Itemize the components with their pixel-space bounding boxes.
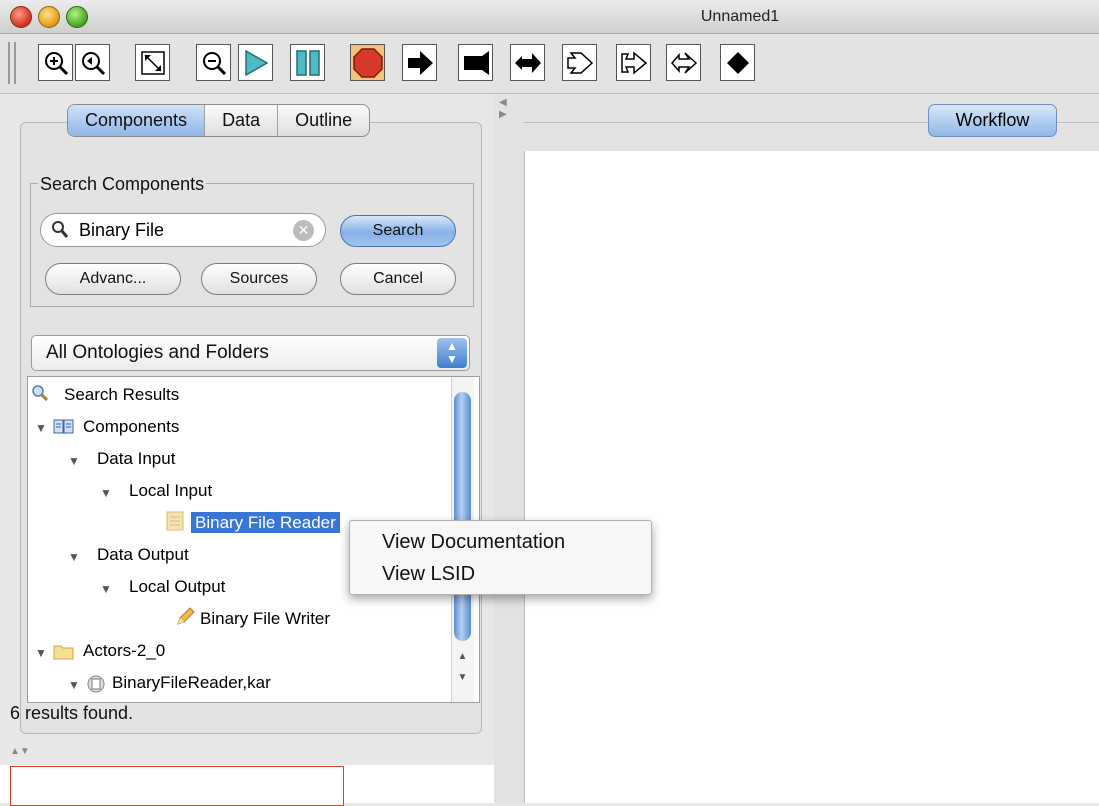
tree-item-local-input[interactable]: Local Input [129,476,212,506]
tab-outline[interactable]: Outline [278,105,369,136]
ontology-select[interactable]: All Ontologies and Folders [31,335,470,371]
flag-button[interactable] [458,44,493,81]
disclosure-triangle-icon[interactable]: ▼ [68,678,80,692]
outline-arrow-button[interactable] [562,44,597,81]
tab-components[interactable]: Components [68,105,206,136]
book-icon [53,419,74,434]
disclosure-triangle-icon[interactable]: ▼ [68,550,80,564]
results-status: 6 results found. [10,703,134,723]
tree-item-actors-2-0[interactable]: Actors-2_0 [83,636,165,666]
diamond-button[interactable] [720,44,755,81]
sources-button[interactable]: Sources [201,263,317,295]
tree-item-data-input[interactable]: Data Input [97,444,175,474]
cancel-button[interactable]: Cancel [340,263,456,295]
splitter-arrows-icon[interactable]: ▲▼ [10,746,30,757]
disclosure-triangle-icon[interactable]: ▼ [35,646,47,660]
toolbar [0,34,1099,94]
context-menu: View Documentation View LSID [349,520,652,595]
disclosure-triangle-icon[interactable]: ▼ [100,486,112,500]
menu-item-view-lsid[interactable]: View LSID [382,563,475,586]
arrow-right-icon [407,50,433,75]
zoom-reset-icon [81,51,105,75]
toolbar-grip[interactable] [14,42,16,84]
toolbar-grip[interactable] [8,42,10,84]
diamond-icon [726,51,749,74]
pencil-icon [177,607,195,625]
zoom-out-button[interactable] [196,44,231,81]
zoom-fit-button[interactable] [135,44,170,81]
window-title: Unnamed1 [700,8,780,25]
document-icon [166,511,184,531]
scroll-up-icon[interactable]: ▲ [454,651,471,667]
advanced-button[interactable]: Advanc... [45,263,181,295]
run-button[interactable] [238,44,273,81]
tree-item-binaryfilereader-kar[interactable]: BinaryFileReader,kar [112,668,271,698]
tree-item-components[interactable]: Components [83,412,179,442]
run-icon [244,49,269,76]
clear-search-icon[interactable]: ✕ [293,220,314,241]
split-divider[interactable]: ◀ ▶ [494,95,524,803]
disclosure-triangle-icon[interactable]: ▼ [100,582,112,596]
zoom-in-icon [44,51,68,75]
scroll-down-icon[interactable]: ▼ [454,672,471,688]
left-pane-tabs: Components Data Outline [67,104,371,137]
search-button[interactable]: Search [340,215,456,247]
search-icon [52,221,69,238]
zoom-out-icon [202,51,226,75]
tree-item-data-output[interactable]: Data Output [97,540,189,570]
flag-icon [463,50,489,75]
search-group-title: Search Components [38,174,207,195]
zoom-reset-button[interactable] [75,44,110,81]
search-input[interactable]: Binary File [40,213,326,247]
step-forward-button[interactable] [402,44,437,81]
pause-button[interactable] [290,44,325,81]
outline-arrow-flag-icon [620,50,647,75]
outline-double-arrow-button[interactable] [666,44,701,81]
outline-flag-button[interactable] [616,44,651,81]
menu-item-view-documentation[interactable]: View Documentation [382,531,565,554]
title-bar: Unnamed1 [0,0,1099,34]
overview-frame[interactable] [10,766,344,806]
tree-item-local-output[interactable]: Local Output [129,572,225,602]
zoom-in-button[interactable] [38,44,73,81]
zoom-fit-icon [140,50,165,75]
disclosure-triangle-icon[interactable]: ▼ [35,421,47,435]
tree-item-binary-file-reader[interactable]: Binary File Reader [191,508,340,538]
outline-arrow-icon [566,51,593,74]
tree-item-search-results[interactable]: Search Results [64,380,179,410]
disclosure-triangle-icon[interactable]: ▼ [68,454,80,468]
stop-icon [352,47,383,78]
arrow-double-icon [514,52,541,73]
selected-tree-label[interactable]: Binary File Reader [191,512,340,533]
double-arrow-button[interactable] [510,44,545,81]
tab-data[interactable]: Data [205,105,279,136]
kar-archive-icon [87,675,105,693]
workflow-canvas[interactable] [524,151,1099,803]
pause-icon [295,49,320,76]
tab-workflow[interactable]: Workflow [928,104,1057,137]
select-arrows-icon[interactable]: ▲ ▼ [437,338,467,368]
magnifier-icon [32,385,48,401]
scrollbar-thumb[interactable] [454,392,471,641]
folder-icon [53,645,74,660]
stop-button[interactable] [350,44,385,81]
divider-arrows-icon[interactable]: ◀ ▶ [499,97,507,121]
tree-item-binary-file-writer[interactable]: Binary File Writer [200,604,330,634]
outline-double-arrow-icon [670,51,697,74]
